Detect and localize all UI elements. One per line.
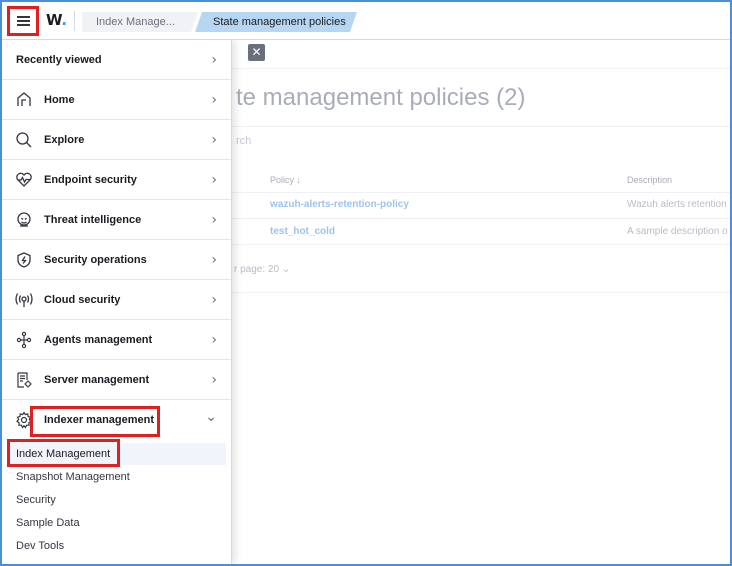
nav-item-home[interactable]: Home › <box>2 80 231 120</box>
search-input[interactable]: rch <box>236 135 251 147</box>
page-title: te management policies (2) <box>236 84 526 111</box>
policy-link[interactable]: test_hot_cold <box>270 226 335 237</box>
nav-item-agents-management[interactable]: Agents management › <box>2 320 231 360</box>
chevron-right-icon: › <box>211 252 217 268</box>
subnav-item-sample-data[interactable]: Sample Data <box>8 512 226 534</box>
breadcrumb-state-management-policies: State management policies <box>195 12 357 32</box>
chevron-right-icon: › <box>211 372 217 388</box>
nav-item-endpoint-security[interactable]: Endpoint security › <box>2 160 231 200</box>
document-gear-icon <box>14 370 34 390</box>
column-header-description: Description <box>627 175 673 185</box>
threat-icon <box>14 210 34 230</box>
nav-label: Threat intelligence <box>44 214 142 226</box>
nav-label: Explore <box>44 134 85 146</box>
logo-dot: . <box>61 11 68 29</box>
nav-label: Security operations <box>44 254 147 266</box>
subnav-item-snapshot-management[interactable]: Snapshot Management <box>8 466 226 488</box>
nav-label: Indexer management <box>44 414 155 426</box>
divider <box>232 292 730 293</box>
chevron-right-icon: › <box>211 332 217 348</box>
close-flyout-button[interactable]: ✕ <box>248 44 265 61</box>
close-icon: ✕ <box>251 45 262 59</box>
nav-label: Cloud security <box>44 294 121 306</box>
rows-per-page-select[interactable]: r page: 20 ⌄ <box>234 264 290 275</box>
divider <box>232 218 730 219</box>
nav-item-threat-intelligence[interactable]: Threat intelligence › <box>2 200 231 240</box>
home-icon <box>14 90 34 110</box>
nav-label: Server management <box>44 374 150 386</box>
search-icon <box>14 130 34 150</box>
menu-toggle-button[interactable] <box>7 6 39 36</box>
nav-label: Endpoint security <box>44 174 137 186</box>
nav-recently-viewed[interactable]: Recently viewed › <box>2 40 231 80</box>
logo-text: W <box>46 11 62 29</box>
subnav-item-dev-tools[interactable]: Dev Tools <box>8 535 226 557</box>
divider <box>232 192 730 193</box>
nav-item-security-operations[interactable]: Security operations › <box>2 240 231 280</box>
heartbeat-icon <box>14 170 34 190</box>
chevron-down-icon: ⌄ <box>205 409 217 425</box>
hamburger-icon <box>16 16 30 26</box>
nav-label: Home <box>44 94 75 106</box>
subnav-item-security[interactable]: Security <box>8 489 226 511</box>
chevron-right-icon: › <box>211 52 217 68</box>
nav-label: Recently viewed <box>16 54 102 66</box>
nav-item-server-management[interactable]: Server management › <box>2 360 231 400</box>
policy-description: A sample description o <box>627 226 728 237</box>
divider <box>232 244 730 245</box>
shield-icon <box>14 250 34 270</box>
breadcrumb-index-management[interactable]: Index Manage... <box>82 12 198 32</box>
header-divider <box>74 11 75 31</box>
side-navigation: Recently viewed › Home › Explore › Endpo… <box>2 40 232 564</box>
divider <box>232 126 730 127</box>
nav-item-cloud-security[interactable]: Cloud security › <box>2 280 231 320</box>
antenna-icon <box>14 290 34 310</box>
wazuh-logo[interactable]: W. <box>46 11 67 29</box>
subnav-item-index-management[interactable]: Index Management <box>8 443 226 465</box>
top-header: W. Index Manage... State management poli… <box>2 2 730 40</box>
policy-link[interactable]: wazuh-alerts-retention-policy <box>270 199 409 210</box>
nav-item-indexer-management[interactable]: Indexer management ⌄ <box>2 400 231 440</box>
chevron-right-icon: › <box>211 212 217 228</box>
nav-label: Agents management <box>44 334 153 346</box>
divider <box>232 68 730 69</box>
chevron-right-icon: › <box>211 292 217 308</box>
chevron-right-icon: › <box>211 172 217 188</box>
column-header-policy[interactable]: Policy ↓ <box>270 175 301 185</box>
policy-description: Wazuh alerts retention <box>627 199 727 210</box>
gear-icon <box>14 410 34 430</box>
nodes-icon <box>14 330 34 350</box>
chevron-right-icon: › <box>211 92 217 108</box>
nav-item-explore[interactable]: Explore › <box>2 120 231 160</box>
chevron-right-icon: › <box>211 132 217 148</box>
